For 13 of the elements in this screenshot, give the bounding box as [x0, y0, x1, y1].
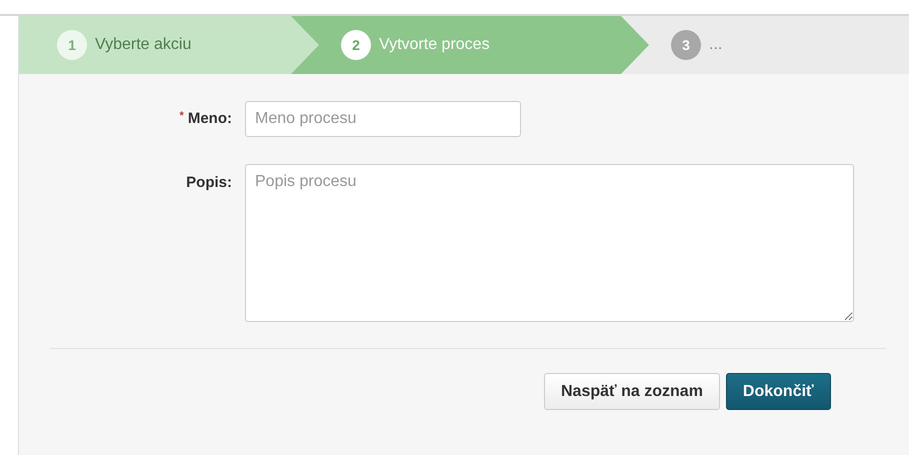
description-field[interactable]: Popis procesu	[245, 164, 854, 322]
step-label: ...	[709, 36, 722, 54]
step-label: Vytvorte proces	[379, 36, 490, 54]
step-number: 2	[341, 30, 371, 60]
field-label: Popis:	[185, 173, 232, 191]
back-button[interactable]: Naspäť na zoznam	[544, 373, 720, 410]
finish-button[interactable]: Dokončiť	[726, 373, 831, 410]
required-mark: *	[180, 110, 184, 122]
name-field[interactable]: Meno procesu	[245, 101, 521, 137]
step-number: 3	[671, 30, 701, 60]
field-label: * Meno:	[178, 109, 232, 127]
step-number: 1	[57, 30, 87, 60]
step-label: Vyberte akciu	[95, 36, 192, 54]
